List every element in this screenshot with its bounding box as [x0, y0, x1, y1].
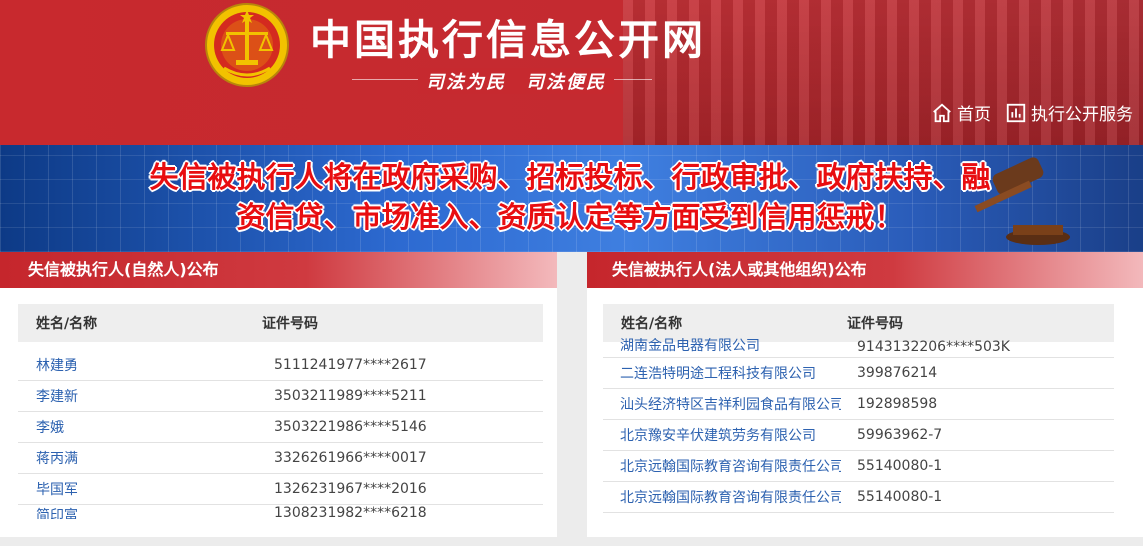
person-name-link[interactable]: 蒋丙满 — [18, 448, 256, 468]
home-icon — [933, 103, 951, 122]
organization-name-link[interactable]: 湖南金品电器有限公司 — [603, 338, 841, 355]
table-header: 姓名/名称 证件号码 — [18, 304, 543, 342]
column-header-name: 姓名/名称 — [36, 316, 98, 332]
table-row: 北京豫安辛伏建筑劳务有限公司 59963962-7 — [603, 420, 1114, 451]
person-name-link[interactable]: 毕国军 — [18, 479, 256, 499]
person-name-link[interactable]: 李娥 — [18, 417, 256, 437]
nav-home[interactable]: 首页 — [931, 100, 991, 125]
id-number: 9143132206****503K — [857, 339, 1010, 355]
organization-name-link[interactable]: 汕头经济特区吉祥利园食品有限公司 — [603, 394, 841, 414]
table-row: 蒋丙满 3326261966****0017 — [18, 443, 543, 474]
person-name-link[interactable]: 林建勇 — [18, 355, 256, 375]
organization-name-link[interactable]: 二连浩特明途工程科技有限公司 — [603, 363, 841, 383]
table-row: 二连浩特明途工程科技有限公司 399876214 — [603, 358, 1114, 389]
table-row: 林建勇 5111241977****2617 — [18, 350, 543, 381]
natural-person-panel-title: 失信被执行人(自然人)公布 — [0, 252, 557, 288]
id-number: 59963962-7 — [857, 427, 943, 443]
banner-line-1: 失信被执行人将在政府采购、招标投标、行政审批、政府扶持、融 — [149, 160, 991, 194]
id-number: 5111241977****2617 — [274, 357, 427, 373]
nav-home-label: 首页 — [957, 105, 991, 125]
site-title: 中国执行信息公开网 — [310, 16, 706, 64]
top-nav: 首页 执行公开服务 — [931, 100, 1133, 125]
court-emblem-icon — [205, 3, 289, 87]
bar-chart-icon — [1006, 103, 1026, 122]
table-row: 湖南金品电器有限公司 9143132206****503K — [603, 338, 1114, 358]
column-header-id: 证件号码 — [262, 316, 318, 332]
id-number: 3326261966****0017 — [274, 450, 427, 466]
table-row: 毕国军 1326231967****2016 — [18, 474, 543, 505]
table-row: 汕头经济特区吉祥利园食品有限公司 192898598 — [603, 389, 1114, 420]
organization-name-link[interactable]: 北京远翰国际教育咨询有限责任公司 — [603, 456, 841, 476]
column-header-id: 证件号码 — [847, 316, 903, 332]
natural-person-panel: 失信被执行人(自然人)公布 姓名/名称 证件号码 林建勇 5111241977*… — [0, 252, 557, 537]
warning-banner: 失信被执行人将在政府采购、招标投标、行政审批、政府扶持、融 资信贷、市场准入、资… — [0, 145, 1143, 252]
id-number: 192898598 — [857, 396, 938, 412]
id-number: 399876214 — [857, 365, 938, 381]
nav-enforcement-service-label: 执行公开服务 — [1031, 105, 1133, 125]
id-number: 3503211989****5211 — [274, 388, 427, 404]
id-number: 3503221986****5146 — [274, 419, 427, 435]
id-number: 1326231967****2016 — [274, 481, 427, 497]
table-row: 北京远翰国际教育咨询有限责任公司 55140080-1 — [603, 451, 1114, 482]
id-number: 55140080-1 — [857, 489, 943, 505]
id-number: 1308231982****6218 — [274, 505, 427, 519]
organization-name-link[interactable]: 北京豫安辛伏建筑劳务有限公司 — [603, 425, 841, 445]
natural-person-table: 姓名/名称 证件号码 林建勇 5111241977****2617 李建新 35… — [18, 304, 543, 520]
organization-table: 姓名/名称 证件号码 湖南金品电器有限公司 9143132206****503K… — [603, 304, 1114, 514]
table-rows[interactable]: 林建勇 5111241977****2617 李建新 3503211989***… — [18, 350, 543, 520]
organization-name-link[interactable]: 北京远翰国际教育咨询有限责任公司 — [603, 487, 841, 507]
table-row: 李建新 3503211989****5211 — [18, 381, 543, 412]
gavel-icon — [974, 157, 1070, 245]
organization-panel: 失信被执行人(法人或其他组织)公布 姓名/名称 证件号码 湖南金品电器有限公司 … — [587, 252, 1143, 537]
table-row: 北京远翰国际教育咨询有限责任公司 55140080-1 — [603, 482, 1114, 513]
site-header: 中国执行信息公开网 司法为民 司法便民 首页 执行公开服务 — [0, 0, 1143, 145]
table-row: 简印富 1308231982****6218 — [18, 505, 543, 519]
table-header: 姓名/名称 证件号码 — [603, 304, 1114, 342]
table-row: 李娥 3503221986****5146 — [18, 412, 543, 443]
person-name-link[interactable]: 李建新 — [18, 386, 256, 406]
organization-panel-title: 失信被执行人(法人或其他组织)公布 — [587, 252, 1143, 288]
site-slogan: 司法为民 司法便民 — [418, 68, 614, 94]
id-number: 55140080-1 — [857, 458, 943, 474]
nav-enforcement-service[interactable]: 执行公开服务 — [1005, 100, 1133, 125]
column-header-name: 姓名/名称 — [621, 316, 683, 332]
table-rows[interactable]: 湖南金品电器有限公司 9143132206****503K 二连浩特明途工程科技… — [603, 338, 1114, 514]
banner-text: 失信被执行人将在政府采购、招标投标、行政审批、政府扶持、融 资信贷、市场准入、资… — [100, 157, 1040, 237]
person-name-link[interactable]: 简印富 — [18, 505, 256, 519]
banner-line-2: 资信贷、市场准入、资质认定等方面受到信用惩戒！ — [236, 200, 904, 234]
